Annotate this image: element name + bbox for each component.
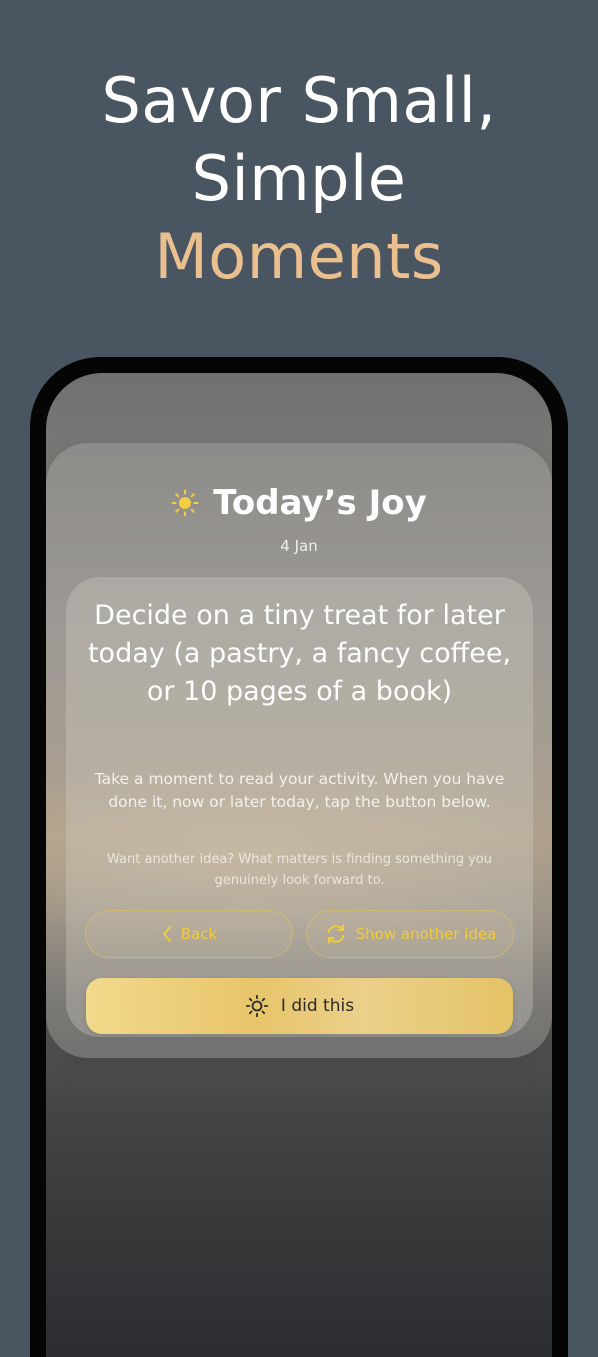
i-did-this-button[interactable]: I did this bbox=[86, 978, 513, 1034]
date-label: 4 Jan bbox=[280, 537, 318, 555]
phone-frame: Today’s Joy 4 Jan Decide on a tiny treat… bbox=[30, 357, 568, 1357]
title-row: Today’s Joy bbox=[171, 483, 427, 523]
sun-outline-icon bbox=[245, 994, 269, 1018]
back-button[interactable]: Back bbox=[85, 910, 293, 958]
sun-icon bbox=[171, 489, 199, 517]
marketing-headline: Savor Small, Simple Moments bbox=[0, 62, 598, 296]
phone-screen: Today’s Joy 4 Jan Decide on a tiny treat… bbox=[46, 373, 552, 1357]
show-another-idea-button[interactable]: Show another idea bbox=[306, 910, 514, 958]
card-header: Today’s Joy 4 Jan bbox=[46, 483, 552, 555]
joy-card: Today’s Joy 4 Jan Decide on a tiny treat… bbox=[46, 443, 552, 1058]
chevron-left-icon bbox=[161, 925, 173, 943]
card-title: Today’s Joy bbox=[213, 483, 427, 523]
back-button-label: Back bbox=[180, 925, 218, 943]
i-did-this-label: I did this bbox=[280, 996, 355, 1016]
headline-line-2: Simple bbox=[191, 142, 407, 215]
hint-text: Want another idea? What matters is findi… bbox=[107, 852, 492, 888]
activity-text: Decide on a tiny treat for later today (… bbox=[87, 600, 512, 707]
refresh-icon bbox=[324, 922, 348, 946]
show-another-idea-label: Show another idea bbox=[355, 925, 497, 943]
activity-panel: Decide on a tiny treat for later today (… bbox=[66, 577, 533, 1037]
headline-line-3: Moments bbox=[154, 220, 444, 293]
instructions-text: Take a moment to read your activity. Whe… bbox=[94, 770, 505, 811]
headline-line-1: Savor Small, bbox=[101, 64, 497, 137]
